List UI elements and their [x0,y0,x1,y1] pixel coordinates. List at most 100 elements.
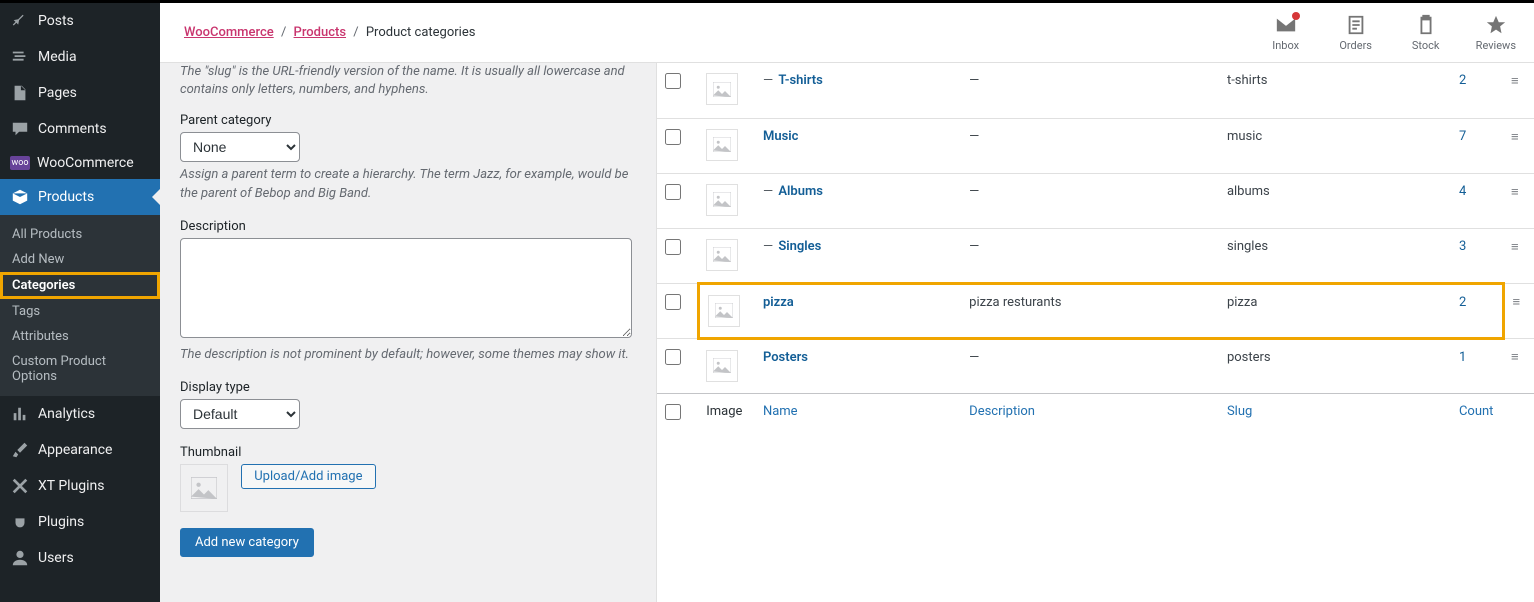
category-name-link[interactable]: Albums [778,184,823,199]
submenu-categories[interactable]: Categories [0,272,160,299]
menu-label: Appearance [38,442,112,458]
category-count-link[interactable]: 1 [1459,350,1466,365]
row-checkbox[interactable] [665,129,681,145]
menu-woocommerce[interactable]: woo WooCommerce [0,147,160,179]
col-header-name[interactable]: Name [755,393,961,434]
drag-handle-icon[interactable]: ≡ [1503,173,1534,228]
parent-category-select[interactable]: None [180,132,300,162]
crumb-current: Product categories [366,25,476,40]
menu-users[interactable]: Users [0,540,160,576]
menu-label: Users [38,550,74,566]
category-thumb [706,350,738,382]
order-icon [1345,14,1367,36]
activity-inbox[interactable]: Inbox [1266,13,1306,52]
table-row: — Singles—singles3≡ [657,228,1534,283]
col-header-slug[interactable]: Slug [1219,393,1451,434]
brush-icon [10,440,30,460]
category-name-link[interactable]: T-shirts [778,73,823,88]
menu-posts[interactable]: Posts [0,3,160,39]
category-thumb [706,73,738,105]
table-row: pizzapizza resturantspizza2≡ [657,283,1534,338]
add-category-button[interactable]: Add new category [180,528,314,557]
category-description: — [961,228,1219,283]
submenu-attributes[interactable]: Attributes [0,324,160,349]
display-type-label: Display type [180,380,636,395]
submenu-tags[interactable]: Tags [0,299,160,324]
submenu-add-new[interactable]: Add New [0,247,160,272]
activity-stock[interactable]: Stock [1406,13,1446,52]
menu-analytics[interactable]: Analytics [0,396,160,432]
category-description: — [961,118,1219,173]
products-submenu: All Products Add New Categories Tags Att… [0,215,160,396]
drag-handle-icon[interactable]: ≡ [1503,228,1534,283]
menu-pages[interactable]: Pages [0,75,160,111]
row-checkbox[interactable] [665,73,681,89]
description-textarea[interactable] [180,238,632,338]
slug-help-text: The "slug" is the URL-friendly version o… [180,63,636,99]
menu-comments[interactable]: Comments [0,111,160,147]
crumb-woocommerce[interactable]: WooCommerce [184,25,274,40]
category-count-link[interactable]: 7 [1459,129,1466,144]
drag-handle-icon[interactable]: ≡ [1503,63,1534,118]
menu-media[interactable]: Media [0,39,160,75]
menu-label: Media [38,49,77,65]
category-name-link[interactable]: Posters [763,350,808,365]
menu-label: WooCommerce [37,155,134,171]
menu-xt-plugins[interactable]: XT Plugins [0,468,160,504]
user-icon [10,548,30,568]
category-name-link[interactable]: Singles [778,239,821,254]
row-checkbox[interactable] [665,349,681,365]
main-area: WooCommerce / Products / Product categor… [160,3,1534,602]
submenu-custom-product-options[interactable]: Custom Product Options [0,349,160,389]
table-row: Posters—posters1≡ [657,338,1534,393]
menu-products[interactable]: Products [0,179,160,215]
table-row: Music —music 7 ≡ [657,118,1534,173]
display-type-select[interactable]: Default [180,399,300,429]
col-header-image: Image [698,393,755,434]
parent-category-label: Parent category [180,113,636,128]
crumb-products[interactable]: Products [294,25,346,40]
star-icon [1485,14,1507,36]
woo-icon: woo [10,156,30,170]
add-category-form: The "slug" is the URL-friendly version o… [160,63,656,602]
category-slug: music [1219,118,1451,173]
row-checkbox[interactable] [665,184,681,200]
activity-reviews[interactable]: Reviews [1476,13,1516,52]
menu-label: Plugins [38,514,84,530]
menu-plugins[interactable]: Plugins [0,504,160,540]
categories-table-wrap: — T-shirts—t-shirts2≡Music—music7≡— Albu… [656,63,1534,602]
category-description: — [961,63,1219,118]
media-icon [10,47,30,67]
category-name-link[interactable]: Music [763,129,798,144]
category-count-link[interactable]: 2 [1459,295,1466,310]
category-slug: pizza [1219,283,1451,338]
parent-help-text: Assign a parent term to create a hierarc… [180,166,636,202]
activity-orders[interactable]: Orders [1336,13,1376,52]
notification-dot [1292,12,1300,20]
category-thumb [708,295,740,327]
page-icon [10,83,30,103]
content-area: The "slug" is the URL-friendly version o… [160,63,1534,602]
breadcrumb: WooCommerce / Products / Product categor… [184,25,475,40]
drag-handle-icon[interactable]: ≡ [1503,118,1534,173]
category-slug: t-shirts [1219,63,1451,118]
category-name-link[interactable]: pizza [763,295,794,310]
select-all-checkbox[interactable] [665,404,681,420]
category-count-link[interactable]: 3 [1459,239,1466,254]
col-header-count[interactable]: Count [1451,393,1503,434]
drag-handle-icon[interactable]: ≡ [1503,283,1534,338]
submenu-all-products[interactable]: All Products [0,222,160,247]
upload-image-button[interactable]: Upload/Add image [241,464,375,489]
crumb-sep: / [281,25,286,40]
category-count-link[interactable]: 2 [1459,73,1466,88]
col-header-description[interactable]: Description [961,393,1219,434]
row-checkbox[interactable] [665,239,681,255]
menu-label: Analytics [38,406,95,422]
menu-appearance[interactable]: Appearance [0,432,160,468]
crumb-sep: / [353,25,358,40]
category-count-link[interactable]: 4 [1459,184,1466,199]
thumbnail-preview [180,464,228,512]
row-checkbox[interactable] [665,294,681,310]
menu-label: Posts [38,13,74,29]
drag-handle-icon[interactable]: ≡ [1503,338,1534,393]
